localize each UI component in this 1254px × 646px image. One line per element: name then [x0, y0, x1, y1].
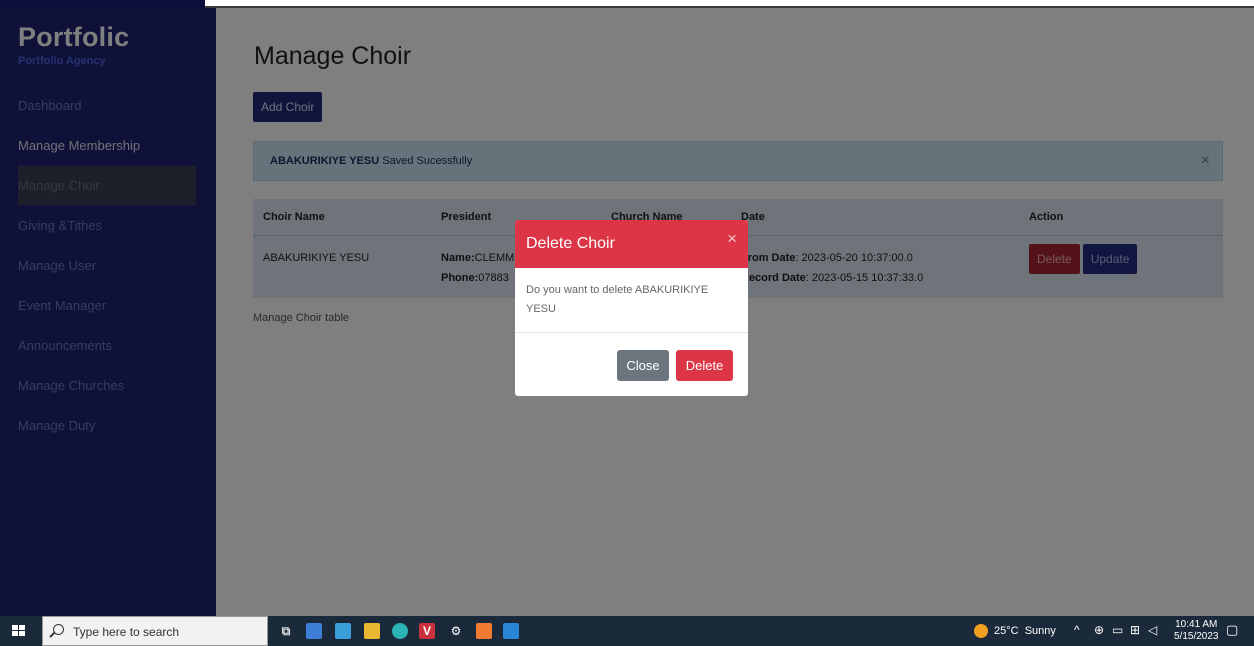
search-icon — [53, 624, 64, 635]
file-explorer-icon[interactable] — [364, 623, 380, 639]
top-strip — [0, 0, 205, 8]
delete-choir-modal: Delete Choir × Do you want to delete ABA… — [515, 220, 748, 396]
clock-time: 10:41 AM — [1175, 619, 1218, 630]
notification-icon[interactable]: ▢ — [1226, 622, 1238, 638]
modal-delete-button[interactable]: Delete — [676, 350, 733, 381]
modal-close-button[interactable]: Close — [617, 350, 669, 381]
store-icon[interactable] — [306, 623, 322, 639]
clock-date: 5/15/2023 — [1174, 631, 1219, 642]
volume-icon[interactable]: ◁ — [1148, 623, 1157, 637]
weather-sun-icon[interactable] — [974, 624, 988, 638]
weather-text[interactable]: 25°C Sunny — [994, 625, 1056, 637]
battery-icon[interactable]: ▭ — [1112, 623, 1123, 637]
vscode-icon[interactable] — [503, 623, 519, 639]
xampp-icon[interactable] — [476, 623, 492, 639]
settings-gear-icon[interactable]: ⚙ — [448, 623, 464, 639]
windows-taskbar: Type here to search ⧉ V ⚙ 25°C Sunny ^ ⊕… — [0, 616, 1254, 646]
taskbar-search-box[interactable]: Type here to search — [42, 616, 268, 646]
clock[interactable]: 10:41 AM 5/15/2023 — [1174, 619, 1219, 643]
modal-close-icon[interactable]: × — [727, 220, 737, 263]
tray-chevron-icon[interactable]: ^ — [1074, 623, 1080, 637]
modal-body: Do you want to delete ABAKURIKIYE YESU — [515, 268, 748, 333]
modal-header: Delete Choir × — [515, 220, 748, 268]
search-placeholder: Type here to search — [73, 625, 180, 639]
modal-title: Delete Choir — [526, 235, 615, 252]
network-icon[interactable]: ⊕ — [1094, 623, 1104, 637]
language-icon[interactable]: ⊞ — [1130, 623, 1140, 637]
edge-icon[interactable] — [392, 623, 408, 639]
modal-footer: Close Delete — [515, 333, 748, 396]
windows-start-icon[interactable] — [12, 625, 26, 637]
task-view-icon[interactable]: ⧉ — [278, 623, 294, 639]
mail-icon[interactable] — [335, 623, 351, 639]
vivaldi-icon[interactable]: V — [419, 623, 435, 639]
system-tray: 25°C Sunny ^ ⊕ ▭ ⊞ ◁ 10:41 AM 5/15/2023 … — [974, 616, 1254, 646]
